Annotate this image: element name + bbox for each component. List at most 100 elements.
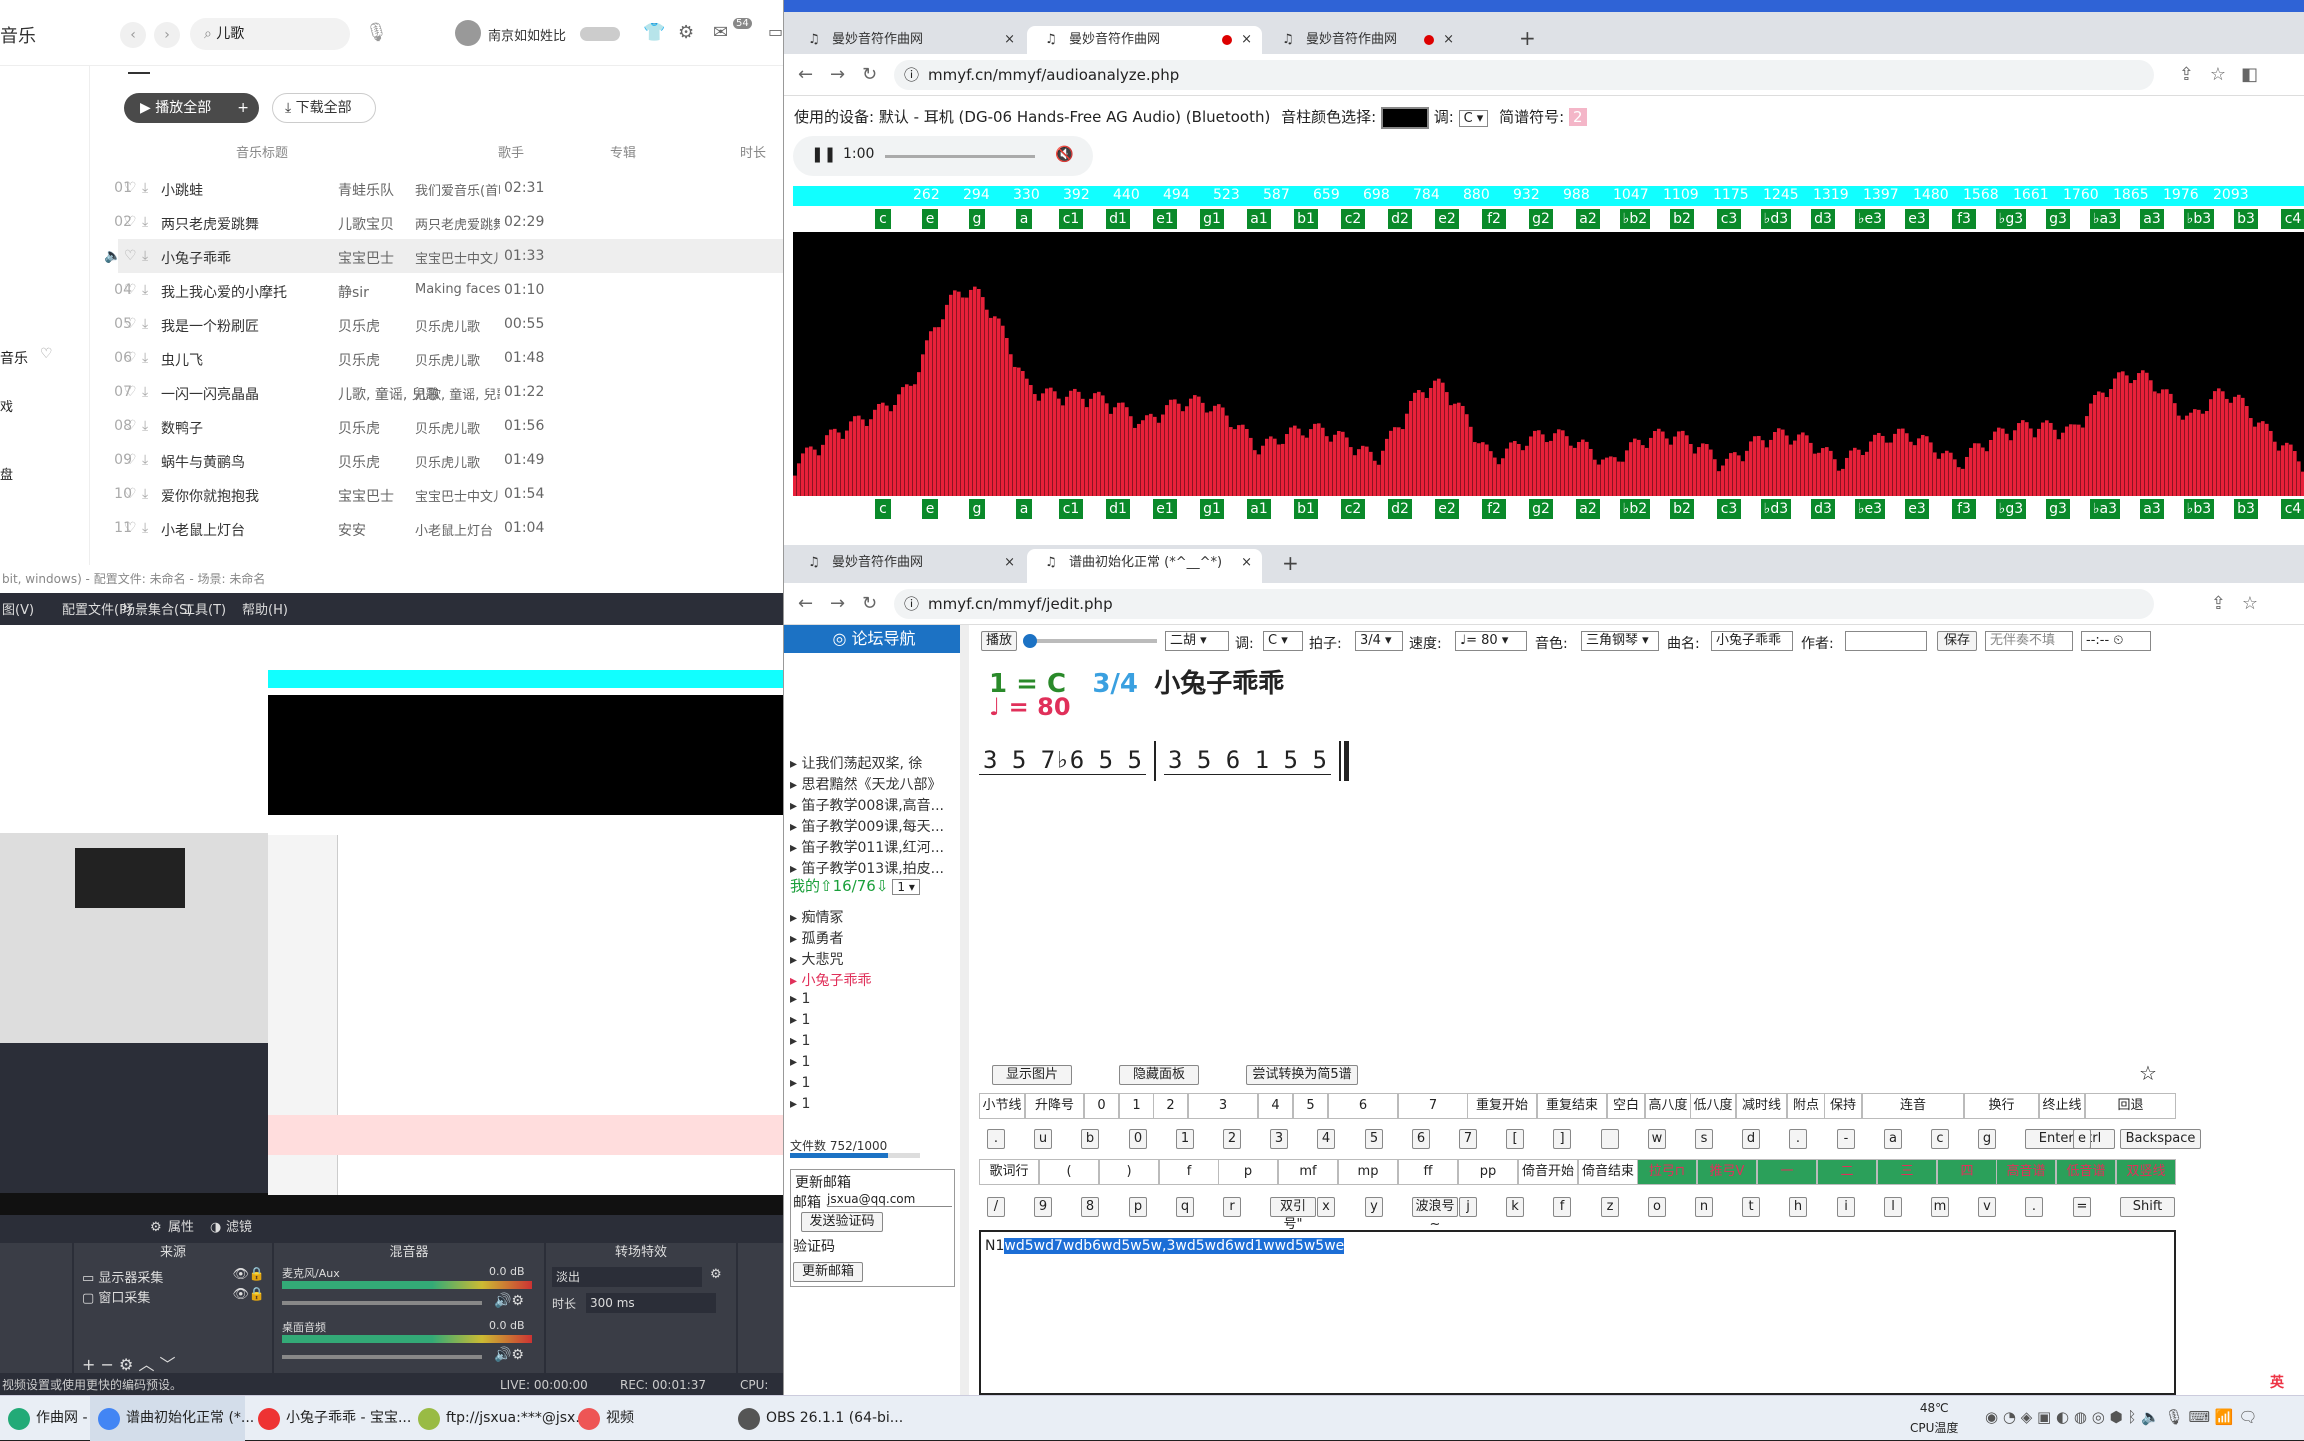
heart-icon[interactable]: ♡	[124, 418, 137, 434]
song-row[interactable]: 04 ♡ ⤓ 我上我心爱的小摩托 静sir Making faces 01:10	[114, 273, 783, 307]
forward-icon[interactable]: →	[830, 593, 845, 614]
notation-input[interactable]: N1wd5wd7wdb6wd5w5w,3wd5wd6wd1wwd5w5we	[979, 1230, 2176, 1395]
source-item[interactable]: ▢ 窗口采集 👁 🔒	[82, 1287, 267, 1306]
close-icon[interactable]: ×	[1443, 26, 1454, 54]
add-icon[interactable]: +	[82, 1355, 101, 1374]
my-link[interactable]: ▸ 小兔子乖乖	[790, 970, 871, 990]
tray-icon[interactable]: ⬢	[2110, 1408, 2128, 1426]
keyboard-icon[interactable]: ⌨	[2188, 1408, 2214, 1426]
volume-slider[interactable]	[282, 1301, 482, 1305]
new-tab-button[interactable]: +	[1519, 26, 1536, 50]
forward-button[interactable]: ›	[154, 22, 180, 48]
heart-icon[interactable]: ♡	[124, 214, 137, 230]
timbre-select[interactable]: 三角钢琴 ▾	[1581, 631, 1659, 651]
gear-icon[interactable]: ⚙	[150, 1215, 162, 1241]
download-icon[interactable]: ⤓	[142, 350, 148, 366]
download-icon[interactable]: ⤓	[142, 180, 148, 196]
my-link[interactable]: ▸ 1	[790, 1096, 810, 1112]
keyboard-key[interactable]: r	[1223, 1197, 1241, 1217]
forward-icon[interactable]: →	[830, 64, 845, 85]
keyboard-key[interactable]: u	[1034, 1129, 1052, 1149]
sidebar-item[interactable]: 盘	[0, 464, 13, 483]
keyboard-key[interactable]: .	[2025, 1197, 2043, 1217]
download-all-button[interactable]: ⤓ 下载全部	[272, 93, 376, 123]
convert-button[interactable]: 尝试转换为简5谱	[1246, 1065, 1358, 1085]
keyboard-key[interactable]: j	[1459, 1197, 1477, 1217]
tray-icon[interactable]: ◔	[2003, 1408, 2021, 1426]
download-icon[interactable]: ⤓	[142, 486, 148, 502]
my-link[interactable]: ▸ 1	[790, 991, 810, 1007]
keyboard-key[interactable]: 2	[1223, 1129, 1241, 1149]
song-row[interactable]: 11 ♡ ⤓ 小老鼠上灯台 安安 小老鼠上灯台 01:04	[114, 511, 783, 545]
ime-indicator[interactable]: 英	[2252, 1371, 2302, 1395]
sidebar-link[interactable]: ▸ 让我们荡起双桨, 徐	[790, 753, 922, 773]
tray-icon[interactable]: ◐	[2056, 1408, 2074, 1426]
sidebar-link[interactable]: ▸ 思君黯然《天龙八部》	[790, 774, 941, 794]
heart-icon[interactable]: ♡	[124, 248, 137, 264]
sidebar-link[interactable]: ▸ 笛子教学009课,每天...	[790, 816, 944, 836]
keyboard-key[interactable]: l	[1884, 1197, 1902, 1217]
skin-icon[interactable]: 👕	[643, 22, 665, 43]
keyboard-key[interactable]: y	[1365, 1197, 1383, 1217]
author-input[interactable]	[1845, 631, 1927, 651]
keyboard-key[interactable]: /	[987, 1197, 1005, 1217]
lock-icon[interactable]: 🔒	[249, 1287, 265, 1302]
hide-panel-button[interactable]: 隐藏面板	[1119, 1065, 1199, 1085]
email-input[interactable]: jsxua@qq.com	[827, 1192, 952, 1207]
keyboard-key[interactable]: 9	[1034, 1197, 1052, 1217]
send-code-button[interactable]: 发送验证码	[801, 1212, 883, 1232]
heart-icon[interactable]: ♡	[124, 384, 137, 400]
my-link[interactable]: ▸ 痴情冢	[790, 907, 843, 927]
keyboard-key[interactable]: 3	[1270, 1129, 1288, 1149]
download-icon[interactable]: ⤓	[142, 384, 148, 400]
keyboard-key[interactable]: d	[1742, 1129, 1760, 1149]
taskbar-item[interactable]: 谱曲初始化正常 (*...	[90, 1396, 254, 1441]
keyboard-key[interactable]: 8	[1081, 1197, 1099, 1217]
download-icon[interactable]: ⤓	[142, 316, 148, 332]
show-image-button[interactable]: 显示图片	[992, 1065, 1072, 1085]
heart-icon[interactable]: ♡	[124, 282, 137, 298]
instrument-select[interactable]: 二胡 ▾	[1165, 631, 1229, 651]
download-icon[interactable]: ⤓	[142, 452, 148, 468]
keyboard-key[interactable]: s	[1695, 1129, 1713, 1149]
remove-icon[interactable]: −	[101, 1355, 120, 1374]
song-row[interactable]: 07♡⤓一闪一闪亮晶晶儿歌, 童谣, 兒歌儿歌, 童谣, 兒歌01:22	[114, 375, 783, 409]
mail-icon[interactable]: ✉	[713, 22, 728, 43]
url-input[interactable]: ⓘ mmyf.cn/mmyf/audioanalyze.php	[894, 60, 2154, 90]
my-link[interactable]: ▸ 1	[790, 1012, 810, 1028]
download-icon[interactable]: ⤓	[142, 418, 148, 434]
song-row[interactable]: 01♡⤓小跳蛙青蛙乐队我们爱音乐(首唱...02:31	[114, 171, 783, 205]
measure-1[interactable]: 3 5 7♭6 5 5	[979, 746, 1146, 775]
up-icon[interactable]: ︿	[138, 1355, 159, 1374]
gear-icon[interactable]: ⚙	[710, 1267, 722, 1282]
sidebar-item[interactable]: 音乐	[0, 348, 28, 368]
close-icon[interactable]: ×	[1241, 26, 1252, 54]
url-input[interactable]: ⓘ mmyf.cn/mmyf/jedit.php	[894, 589, 2154, 619]
forum-nav-button[interactable]: ◎ 论坛导航	[784, 625, 964, 653]
download-icon[interactable]: ⤓	[142, 282, 148, 298]
my-link[interactable]: ▸ 1	[790, 1033, 810, 1049]
volume-slider[interactable]	[282, 1355, 482, 1359]
slider-thumb[interactable]	[1023, 634, 1037, 648]
taskbar-item[interactable]: 视频	[570, 1396, 725, 1441]
star-icon[interactable]: ☆	[2242, 593, 2258, 614]
keyboard-key[interactable]: Backspace	[2120, 1129, 2201, 1149]
play-button[interactable]: 播放	[981, 631, 1017, 651]
save-button[interactable]: 保存	[1937, 631, 1977, 651]
taskbar-item[interactable]: ftp://jsxua:***@jsx...	[410, 1396, 589, 1441]
new-tab-button[interactable]: +	[1282, 551, 1299, 575]
gear-icon[interactable]: ⚙	[119, 1355, 138, 1374]
color-picker[interactable]	[1380, 106, 1429, 129]
add-icon[interactable]: +	[237, 93, 249, 123]
back-icon[interactable]: ←	[798, 64, 813, 85]
my-link[interactable]: ▸ 1	[790, 1054, 810, 1070]
heart-icon[interactable]: ♡	[124, 350, 137, 366]
reload-icon[interactable]: ↻	[862, 64, 877, 85]
keyboard-key[interactable]: h	[1789, 1197, 1807, 1217]
keyboard-key[interactable]: 7	[1459, 1129, 1477, 1149]
keyboard-key[interactable]: z	[1601, 1197, 1619, 1217]
keyboard-key[interactable]	[1601, 1129, 1619, 1149]
song-row[interactable]: 10♡⤓爱你你就抱抱我宝宝巴士宝宝巴士中文儿歌...01:54	[114, 477, 783, 511]
my-link[interactable]: ▸ 大悲咒	[790, 949, 843, 969]
transition-select[interactable]: 淡出	[552, 1267, 702, 1287]
